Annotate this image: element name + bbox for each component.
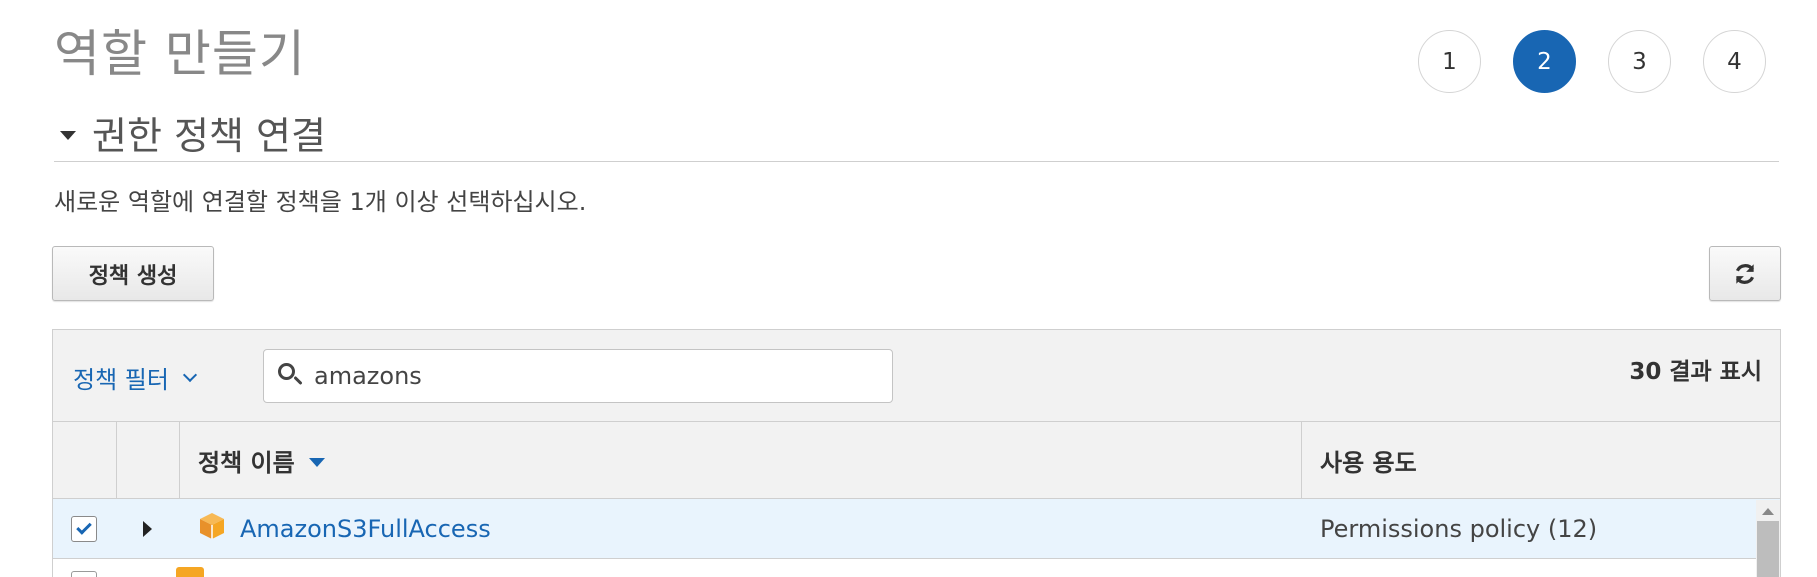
section-title: 권한 정책 연결 <box>92 114 326 158</box>
refresh-icon <box>1735 263 1755 284</box>
step-3[interactable]: 3 <box>1608 30 1671 93</box>
search-input[interactable] <box>314 362 874 390</box>
result-count: 30 결과 표시 <box>1629 359 1762 385</box>
column-header-usage[interactable]: 사용 용도 <box>1302 422 1780 498</box>
scroll-up-icon[interactable] <box>1762 508 1774 515</box>
page-title: 역할 만들기 <box>54 25 306 83</box>
policy-table: 정책 필터 30 결과 표시 정책 이름 사용 용도 <box>52 329 1781 577</box>
aws-managed-policy-icon <box>200 512 224 539</box>
search-box[interactable] <box>263 349 893 403</box>
filter-bar: 정책 필터 30 결과 표시 <box>53 330 1780 422</box>
table-row[interactable] <box>53 559 1780 577</box>
step-2[interactable]: 2 <box>1513 30 1576 93</box>
step-1[interactable]: 1 <box>1418 30 1481 93</box>
table-row[interactable]: AmazonS3FullAccess Permissions policy (1… <box>53 499 1780 559</box>
header-expand-cell <box>117 422 180 498</box>
wizard-steps: 1 2 3 4 <box>1418 30 1766 93</box>
aws-managed-policy-icon <box>176 567 204 577</box>
usage-header-label: 사용 용도 <box>1320 448 1417 477</box>
policy-filter-label: 정책 필터 <box>73 366 169 394</box>
step-4[interactable]: 4 <box>1703 30 1766 93</box>
refresh-button[interactable] <box>1709 246 1781 301</box>
section-header[interactable]: 권한 정책 연결 <box>54 104 1779 162</box>
scroll-thumb[interactable] <box>1757 521 1779 577</box>
policy-name-header-label: 정책 이름 <box>198 448 295 477</box>
expand-row-icon[interactable] <box>143 520 152 537</box>
row-checkbox[interactable] <box>71 571 97 577</box>
create-policy-button[interactable]: 정책 생성 <box>52 246 214 301</box>
chevron-down-icon <box>182 367 198 382</box>
caret-down-icon <box>60 131 76 140</box>
table-header: 정책 이름 사용 용도 <box>53 422 1780 499</box>
header-check-cell <box>53 422 117 498</box>
column-header-policy-name[interactable]: 정책 이름 <box>180 422 1302 498</box>
row-checkbox[interactable] <box>71 515 97 542</box>
sort-desc-icon[interactable] <box>308 457 325 467</box>
table-scrollbar[interactable] <box>1756 500 1780 577</box>
policy-usage: Permissions policy (12) <box>1320 514 1598 543</box>
policy-name-link[interactable]: AmazonS3FullAccess <box>240 515 491 543</box>
policy-filter-dropdown[interactable]: 정책 필터 <box>73 360 198 395</box>
check-icon <box>76 518 92 535</box>
section-description: 새로운 역할에 연결할 정책을 1개 이상 선택하십시오. <box>54 188 587 216</box>
search-icon <box>276 361 306 391</box>
